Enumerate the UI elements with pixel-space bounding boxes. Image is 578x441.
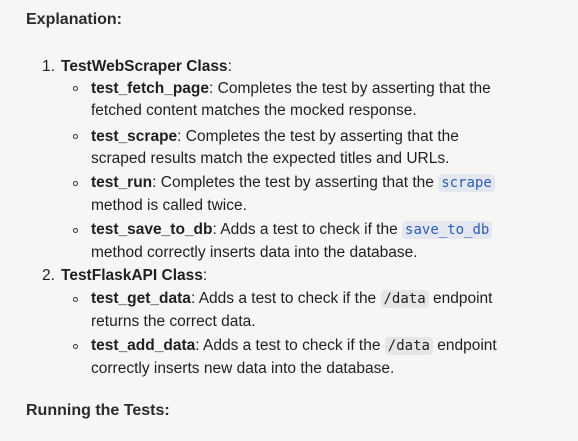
item-text: : Completes the test by asserting that t… [209,80,491,97]
list-number: 2. [42,267,55,284]
list-number-1: 1. [42,56,55,78]
list-item: test_scrape: Completes the test by asser… [91,126,459,148]
inline-code: /data [380,290,429,308]
list-item: test_save_to_db: Adds a test to check if… [91,219,493,241]
item-text: endpoint [432,337,497,354]
list-item: test_run: Completes the test by assertin… [91,172,495,194]
colon: : [202,267,208,284]
colon: : [227,58,232,75]
method-name: test_run [91,174,153,191]
bullet-icon [73,344,78,349]
method-name: test_add_data [91,337,196,354]
item-text: : Completes the test by asserting that t… [177,128,459,145]
heading-running-tests: Running the Tests: [26,402,170,419]
chat-message-body: Explanation: 1. TestWebScraper Class: te… [0,0,578,441]
class-name: TestWebScraper Class [61,58,228,75]
list-number-2: 2. [42,265,55,287]
item-text: : Adds a test to check if the [190,290,381,307]
bullet-icon [73,86,78,91]
inline-code: save_to_db [402,221,493,239]
list-item: test_fetch_page: Completes the test by a… [91,78,491,100]
section-title-testwebscraper: TestWebScraper Class: [61,56,232,78]
item-text: endpoint [428,290,493,307]
bullet-icon [73,181,78,186]
list-number: 1. [42,58,55,75]
bullet-icon [73,228,78,233]
list-item: test_get_data: Adds a test to check if t… [91,288,492,310]
list-item: test_add_data: Adds a test to check if t… [91,335,497,357]
method-name: test_fetch_page [91,80,210,97]
bullet-icon [73,134,78,139]
method-name: test_save_to_db [91,221,213,238]
list-item-continuation: scraped results match the expected title… [91,150,450,167]
inline-code: /data [384,337,433,355]
item-text: : Adds a test to check if the [212,221,403,238]
class-name: TestFlaskAPI Class [61,267,203,284]
inline-code: scrape [438,174,495,192]
method-name: test_get_data [91,290,191,307]
item-text: : Adds a test to check if the [195,337,385,354]
heading-explanation: Explanation: [26,11,123,28]
list-item-continuation: method correctly inserts data into the d… [91,244,418,261]
item-text: : Completes the test by asserting that t… [152,174,439,191]
method-name: test_scrape [91,128,178,145]
list-item-continuation: returns the correct data. [91,313,256,330]
list-item-continuation: fetched content matches the mocked respo… [91,102,417,119]
list-item-continuation: correctly inserts new data into the data… [91,360,395,377]
section-title-testflaskapi: TestFlaskAPI Class: [61,265,207,287]
list-item-continuation: method is called twice. [91,197,247,214]
bullet-icon [73,297,78,302]
